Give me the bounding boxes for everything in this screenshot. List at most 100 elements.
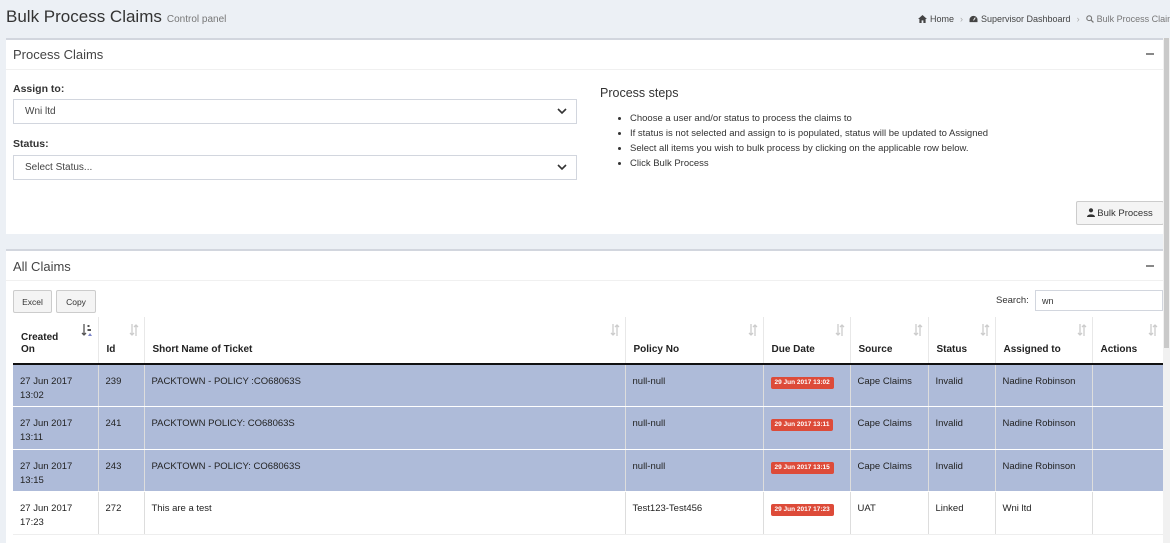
cell-status: Invalid [928,364,996,407]
cell-short-name: This are a test [144,491,626,535]
column-label: Status [936,344,968,355]
breadcrumb-home[interactable]: Home [918,14,954,24]
cell-status: Linked [928,491,996,535]
table-row[interactable]: 27 Jun 2017 13:15 243 PACKTOWN - POLICY:… [13,449,1164,492]
cell-created-on: 27 Jun 2017 13:11 [13,406,99,450]
breadcrumb: Home › Supervisor Dashboard › Bulk Process C… [918,14,1170,24]
column-header-actions[interactable]: Actions [1092,317,1164,365]
cell-created-on: 27 Jun 2017 13:15 [13,449,99,492]
assign-to-select[interactable]: Wni ltd [13,99,577,124]
cell-short-name: PACKTOWN POLICY: CO68063S [144,406,626,450]
due-date-badge: 29 Jun 2017 13:15 [770,461,834,474]
table-row[interactable]: 27 Jun 2017 13:02 239 PACKTOWN - POLICY … [13,364,1164,407]
column-header-id[interactable]: Id [98,317,145,365]
column-header-policy-no[interactable]: Policy No [625,317,764,365]
sort-icon [1148,324,1157,336]
cell-policy-no: null-null [625,364,764,407]
breadcrumb-dashboard[interactable]: Supervisor Dashboard [969,14,1071,24]
process-steps-title: Process steps [600,86,679,100]
process-step: Select all items you wish to bulk proces… [630,141,988,156]
process-claims-title: Process Claims [13,47,104,62]
column-label: Created On [21,332,59,355]
breadcrumb-separator: › [960,14,964,24]
cell-short-name: PACKTOWN - POLICY :CO68063S [144,364,626,407]
search-label: Search: [996,295,1029,306]
collapse-process-button[interactable] [1146,53,1154,55]
collapse-claims-button[interactable] [1146,265,1154,267]
page-header: Bulk Process Claims Control panel Home › Su… [0,0,1170,38]
search-input[interactable] [1035,290,1163,311]
cell-source: Cape Claims [850,449,929,492]
cell-source: Cape Claims [850,406,929,450]
cell-source: UAT [850,491,929,535]
assign-to-value: Wni ltd [25,106,56,117]
breadcrumb-current-label: Bulk Process Claim [1096,14,1170,24]
home-icon [918,15,927,23]
cell-policy-no: null-null [625,449,764,492]
cell-id: 272 [98,491,145,535]
process-step: Click Bulk Process [630,156,988,171]
cell-assigned-to: Nadine Robinson [995,364,1093,407]
column-header-source[interactable]: Source [850,317,929,365]
sort-icon [835,324,844,336]
cell-actions [1092,364,1164,407]
table-row[interactable]: 27 Jun 2017 17:23 272 This are a test Te… [13,491,1164,535]
column-header-status[interactable]: Status [928,317,996,365]
cell-due-date: 29 Jun 2017 13:02 [763,364,851,407]
process-step: Choose a user and/or status to process t… [630,111,988,126]
cell-actions [1092,406,1164,450]
cell-short-name: PACKTOWN - POLICY: CO68063S [144,449,626,492]
cell-created-on: 27 Jun 2017 17:23 [13,491,99,535]
status-label: Status: [13,138,49,150]
scrollbar-thumb[interactable] [1164,38,1169,348]
copy-button[interactable]: Copy [56,290,96,313]
status-select[interactable]: Select Status... [13,155,577,180]
bulk-process-label: Bulk Process [1097,207,1153,219]
bulk-process-button[interactable]: Bulk Process [1076,201,1164,225]
table-header-row: Created On Id Short Name of Ticket Polic… [13,317,1164,365]
cell-due-date: 29 Jun 2017 13:15 [763,449,851,492]
cell-due-date: 29 Jun 2017 17:23 [763,491,851,535]
column-header-created-on[interactable]: Created On [13,317,99,365]
column-label: Policy No [633,344,680,355]
excel-export-button[interactable]: Excel [13,290,52,313]
breadcrumb-separator: › [1076,14,1080,24]
page-subtitle: Control panel [166,14,227,25]
all-claims-header: All Claims [6,251,1163,281]
cell-assigned-to: Nadine Robinson [995,406,1093,450]
table-row[interactable]: 27 Jun 2017 13:11 241 PACKTOWN POLICY: C… [13,406,1164,450]
sort-icon [129,324,138,336]
cell-policy-no: null-null [625,406,764,450]
column-label: Assigned to [1003,344,1061,355]
sort-icon [980,324,989,336]
cell-id: 243 [98,449,145,492]
sort-icon [748,324,757,336]
column-label: Id [106,344,116,355]
vertical-scrollbar[interactable] [1163,38,1170,543]
all-claims-box: All Claims Excel Copy Search: Created On… [6,249,1164,543]
cell-status: Invalid [928,406,996,450]
assign-to-label: Assign to: [13,83,65,95]
claims-table: Created On Id Short Name of Ticket Polic… [13,317,1164,535]
cell-actions [1092,449,1164,492]
column-label: Due Date [771,344,815,355]
page-title-text: Bulk Process Claims [6,7,162,26]
user-icon [1087,207,1096,217]
column-label: Short Name of Ticket [152,344,253,355]
page-title: Bulk Process Claims Control panel [6,7,226,27]
search-icon [1085,15,1094,23]
cell-source: Cape Claims [850,364,929,407]
due-date-badge: 29 Jun 2017 13:02 [770,377,834,389]
sort-icon [1077,324,1086,336]
all-claims-title: All Claims [13,259,71,274]
column-header-short-name[interactable]: Short Name of Ticket [144,317,626,365]
column-header-due-date[interactable]: Due Date [763,317,851,365]
process-steps-list: Choose a user and/or status to process t… [616,111,988,171]
cell-id: 241 [98,406,145,450]
breadcrumb-current: Bulk Process Claim [1085,14,1170,24]
process-claims-header: Process Claims [6,40,1163,70]
sort-desc-icon [81,324,92,336]
cell-due-date: 29 Jun 2017 13:11 [763,406,851,450]
column-header-assigned-to[interactable]: Assigned to [995,317,1093,365]
due-date-badge: 29 Jun 2017 17:23 [770,504,834,516]
